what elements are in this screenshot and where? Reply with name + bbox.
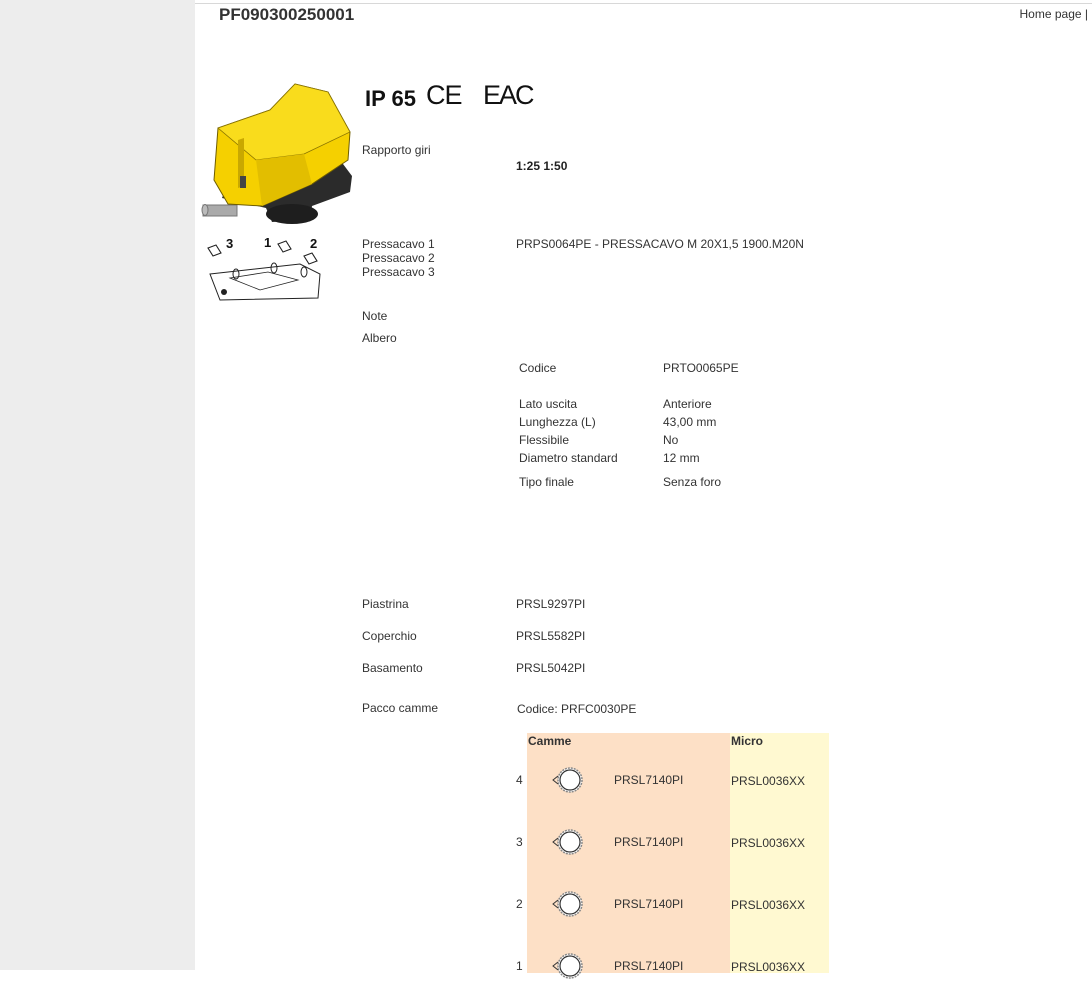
pacco-camme-label: Pacco camme (362, 701, 439, 715)
albero-properties: Codice PRTO0065PE Lato uscita Anteriore … (517, 361, 817, 493)
product-code-title: PF090300250001 (219, 5, 355, 24)
basamento-label: Basamento (362, 661, 423, 675)
table-row: 4 PRSL7140PI PRSL0036XX (510, 766, 830, 796)
product-image (201, 83, 352, 224)
cam-position: 1 (516, 959, 523, 973)
albero-key: Codice (519, 361, 557, 375)
albero-row-codice: Codice PRTO0065PE (517, 361, 817, 379)
albero-label: Albero (362, 331, 397, 345)
micro-code: PRSL0036XX (731, 960, 806, 974)
home-page-link[interactable]: Home page | (1020, 7, 1089, 21)
cam-code: PRSL7140PI (614, 959, 684, 973)
micro-header: Micro (731, 734, 764, 748)
diagram-label-1: 1 (264, 235, 271, 250)
cable-gland-diagram: 3 1 2 (207, 235, 321, 301)
pressacavo-value: PRPS0064PE - PRESSACAVO M 20X1,5 1900.M2… (516, 237, 804, 251)
albero-key: Diametro standard (519, 451, 618, 465)
cam-position: 2 (516, 897, 523, 911)
pressacavo-3-label: Pressacavo 3 (362, 265, 435, 279)
cam-icon (552, 767, 583, 793)
pressacavo-1-label: Pressacavo 1 (362, 237, 435, 251)
albero-key: Lunghezza (L) (519, 415, 596, 429)
albero-key: Flessibile (519, 433, 570, 447)
table-row: 1 PRSL7140PI PRSL0036XX (510, 952, 830, 982)
camme-header: Camme (528, 734, 572, 748)
pacco-camme-code: Codice: PRFC0030PE (517, 702, 637, 716)
albero-value: Senza foro (663, 475, 722, 489)
ce-mark: CE (426, 80, 463, 110)
rapporto-giri-value: 1:25 1:50 (516, 159, 568, 173)
note-label: Note (362, 309, 388, 323)
albero-key: Tipo finale (519, 475, 574, 489)
diagram-label-2: 2 (310, 236, 317, 251)
albero-value: 43,00 mm (663, 415, 717, 429)
cam-icon (552, 953, 583, 979)
table-row: 2 PRSL7140PI PRSL0036XX (510, 890, 830, 920)
micro-code: PRSL0036XX (731, 898, 806, 912)
top-divider (195, 3, 1092, 4)
albero-key: Lato uscita (519, 397, 578, 411)
albero-value: No (663, 433, 679, 447)
albero-row-lunghezza: Lunghezza (L) 43,00 mm (517, 415, 817, 433)
albero-value: 12 mm (663, 451, 700, 465)
cam-icon (552, 891, 583, 917)
pressacavo-2-label: Pressacavo 2 (362, 251, 435, 265)
albero-row-lato-uscita: Lato uscita Anteriore (517, 397, 817, 415)
cam-table: Camme Micro 4 PRSL7140PI PRSL0036XX 3 PR… (510, 733, 830, 979)
albero-value: PRTO0065PE (663, 361, 739, 375)
eac-mark: EAC (483, 80, 535, 110)
cam-code: PRSL7140PI (614, 773, 684, 787)
table-row: 3 PRSL7140PI PRSL0036XX (510, 828, 830, 858)
basamento-value: PRSL5042PI (516, 661, 586, 675)
micro-code: PRSL0036XX (731, 774, 806, 788)
cam-code: PRSL7140PI (614, 835, 684, 849)
albero-row-flessibile: Flessibile No (517, 433, 817, 451)
ip-rating: IP 65 (365, 86, 416, 111)
diagram-label-3: 3 (226, 236, 233, 251)
cam-icon (552, 829, 583, 855)
albero-value: Anteriore (663, 397, 712, 411)
coperchio-label: Coperchio (362, 629, 417, 643)
albero-row-tipo-finale: Tipo finale Senza foro (517, 475, 817, 493)
piastrina-label: Piastrina (362, 597, 409, 611)
micro-code: PRSL0036XX (731, 836, 806, 850)
piastrina-value: PRSL9297PI (516, 597, 586, 611)
rapporto-giri-label: Rapporto giri (362, 143, 431, 157)
albero-row-diametro: Diametro standard 12 mm (517, 451, 817, 469)
left-gutter (0, 0, 195, 970)
coperchio-value: PRSL5582PI (516, 629, 586, 643)
cam-position: 4 (516, 773, 523, 787)
cam-position: 3 (516, 835, 523, 849)
cam-code: PRSL7140PI (614, 897, 684, 911)
